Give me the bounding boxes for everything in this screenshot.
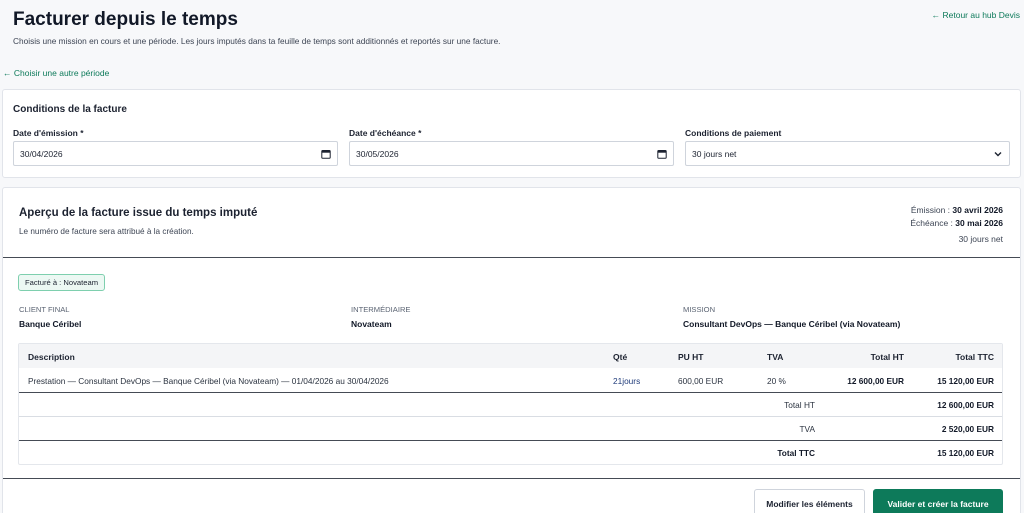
col-total-ht: Total HT [870, 352, 904, 362]
calendar-icon[interactable] [321, 149, 331, 159]
row-separator [19, 440, 1002, 441]
intermediary-value: Novateam [351, 319, 392, 329]
due-date: Échéance : 30 mai 2026 [910, 218, 1003, 228]
footer-divider [3, 478, 1020, 479]
mission-value: Consultant DevOps — Banque Céribel (via … [683, 319, 901, 329]
row-separator [19, 392, 1002, 393]
calendar-icon[interactable] [657, 149, 667, 159]
payment-terms-select[interactable]: 30 jours net [685, 141, 1010, 166]
due-date-value: 30/05/2026 [356, 148, 399, 159]
emission-date: Émission : 30 avril 2026 [910, 205, 1003, 215]
row-description: Prestation — Consultant DevOps — Banque … [28, 376, 389, 386]
choose-other-period-link[interactable]: ← Choisir une autre période [3, 68, 109, 78]
due-date-input[interactable]: 30/05/2026 [349, 141, 674, 166]
total-ttc-value: 15 120,00 EUR [937, 448, 994, 458]
divider [3, 257, 1020, 258]
issue-date-value: 30/04/2026 [20, 148, 63, 159]
issue-date-label: Date d'émission * [13, 128, 84, 138]
invoice-preview-card: Aperçu de la facture issue du temps impu… [2, 187, 1021, 513]
total-ht-label: Total HT [784, 400, 815, 410]
row-total-ht: 12 600,00 EUR [847, 376, 904, 386]
billed-to-badge: Facturé à : Novateam [18, 274, 106, 291]
mission-label: MISSION [683, 305, 716, 314]
row-unit-price: 600,00 EUR [678, 376, 724, 386]
client-value: Banque Céribel [19, 319, 82, 329]
total-ttc-label: Total TTC [777, 448, 815, 458]
edit-items-button[interactable]: Modifier les éléments [754, 489, 865, 513]
row-total-ttc: 15 120,00 EUR [937, 376, 994, 386]
vat-value: 2 520,00 EUR [941, 424, 994, 434]
due-date-label: Date d'échéance * [349, 128, 422, 138]
col-qty: Qté [613, 352, 628, 362]
col-description: Description [28, 352, 75, 362]
col-unit-price: PU HT [678, 352, 704, 362]
page-title: Facturer depuis le temps [13, 9, 238, 30]
page-subtitle: Choisis une mission en cours et une péri… [13, 36, 501, 46]
back-to-hub-link[interactable]: ← Retour au hub Devis [932, 10, 1020, 20]
conditions-title: Conditions de la facture [13, 104, 127, 115]
preview-subtitle: Le numéro de facture sera attribué à la … [19, 227, 194, 236]
chevron-down-icon [994, 152, 1002, 157]
table-header: Description Qté PU HT TVA Total HT Total… [19, 344, 1002, 368]
payment-terms-label: Conditions de paiement [685, 128, 782, 138]
row-separator [19, 416, 1002, 417]
total-ht-value: 12 600,00 EUR [937, 400, 994, 410]
issue-date-input[interactable]: 30/04/2026 [13, 141, 338, 166]
intermediary-label: INTERMÉDIAIRE [351, 305, 411, 314]
invoice-lines-table: Description Qté PU HT TVA Total HT Total… [18, 343, 1003, 465]
vat-label: TVA [799, 424, 815, 434]
row-vat: 20 % [767, 376, 786, 386]
preview-title: Aperçu de la facture issue du temps impu… [19, 207, 258, 219]
col-vat: TVA [767, 352, 784, 362]
row-qty: 21jours [613, 376, 641, 386]
payment-terms-value: 30 jours net [692, 148, 737, 159]
invoice-conditions-card: Conditions de la facture Date d'émission… [2, 89, 1021, 178]
payment-terms: 30 jours net [958, 234, 1003, 244]
client-label: CLIENT FINAL [19, 305, 70, 314]
validate-create-invoice-button[interactable]: Valider et créer la facture [873, 489, 1003, 513]
col-total-ttc: Total TTC [955, 352, 994, 362]
